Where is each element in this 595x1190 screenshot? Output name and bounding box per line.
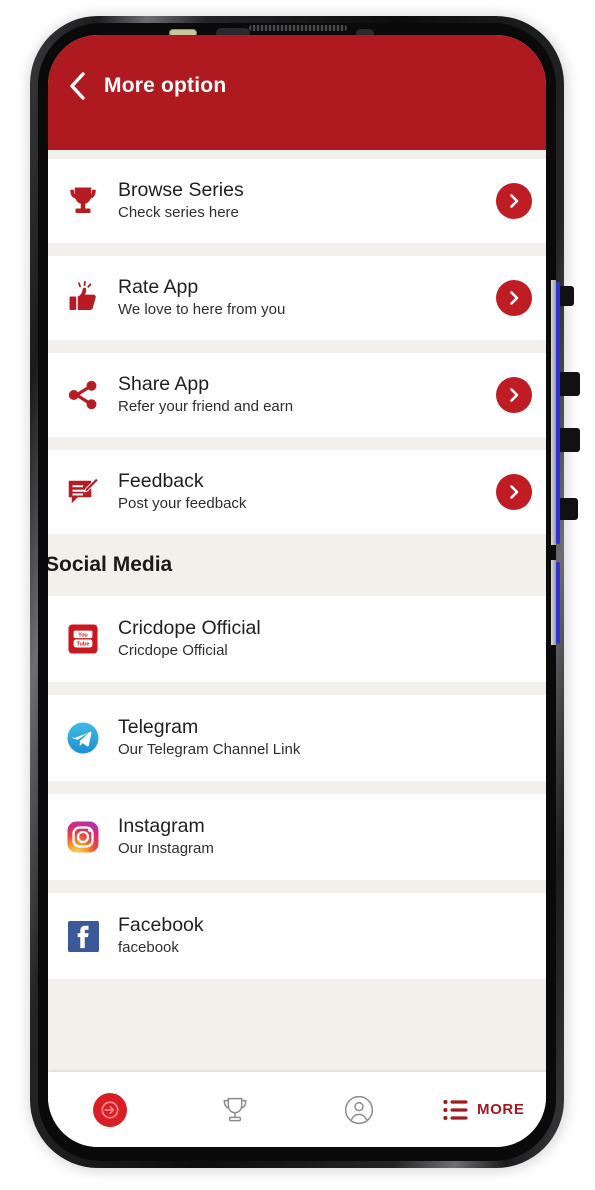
social-text: Instagram Our Instagram [106, 814, 532, 860]
trophy-icon [60, 183, 106, 219]
list-spacer [48, 340, 546, 353]
phone-mockup: More option Browse Series Check series h… [0, 0, 595, 1190]
facebook-icon [60, 920, 106, 952]
list-spacer [48, 243, 546, 256]
phone-side-button-power[interactable] [560, 498, 578, 520]
social-text: Telegram Our Telegram Channel Link [106, 715, 532, 761]
phone-side-accent-lower [556, 562, 560, 644]
social-subtitle: Our Instagram [118, 840, 214, 857]
chevron-right-icon [510, 485, 519, 499]
option-row-feedback[interactable]: Feedback Post your feedback [48, 450, 546, 534]
social-text: Facebook facebook [106, 913, 532, 959]
nav-item-account[interactable] [297, 1072, 422, 1147]
svg-text:Tube: Tube [77, 642, 90, 648]
nav-item-live[interactable] [48, 1072, 173, 1147]
option-subtitle: We love to here from you [118, 301, 286, 318]
social-row-youtube[interactable]: You Tube Cricdope Official Cricdope Offi… [48, 596, 546, 682]
feedback-edit-icon [60, 474, 106, 510]
live-arrow-icon [93, 1092, 128, 1127]
list-spacer [48, 781, 546, 794]
chevron-right-icon [510, 291, 519, 305]
option-text: Feedback Post your feedback [106, 469, 496, 515]
nav-more-label: MORE [477, 1101, 525, 1118]
instagram-icon [60, 821, 106, 853]
chevron-right-icon [510, 194, 519, 208]
section-header-social-media: Social Media [48, 534, 546, 596]
app-header: More option [48, 35, 546, 150]
option-row-rate-app[interactable]: Rate App We love to here from you [48, 256, 546, 340]
list-spacer [48, 979, 546, 992]
social-title: Cricdope Official [118, 617, 261, 639]
phone-screen: More option Browse Series Check series h… [48, 35, 546, 1147]
thumbs-up-icon [60, 280, 106, 316]
option-title: Feedback [118, 470, 204, 492]
option-subtitle: Refer your friend and earn [118, 398, 294, 415]
social-row-facebook[interactable]: Facebook facebook [48, 893, 546, 979]
option-subtitle: Check series here [118, 204, 239, 221]
earpiece-speaker-grille [249, 25, 347, 31]
trophy-outline-icon [223, 1097, 247, 1121]
option-text: Rate App We love to here from you [106, 275, 496, 321]
page-title: More option [104, 73, 227, 97]
option-text: Share App Refer your friend and earn [106, 372, 496, 418]
list-menu-icon [443, 1099, 468, 1120]
list-spacer [48, 150, 546, 159]
social-row-instagram[interactable]: Instagram Our Instagram [48, 794, 546, 880]
social-title: Telegram [118, 716, 199, 738]
chevron-right-button[interactable] [496, 474, 532, 510]
option-subtitle: Post your feedback [118, 495, 247, 512]
phone-side-button-mute[interactable] [560, 286, 574, 306]
list-spacer [48, 437, 546, 450]
phone-side-button-volume-up[interactable] [560, 372, 580, 396]
account-circle-icon [345, 1095, 374, 1124]
phone-side-button-volume-down[interactable] [560, 428, 580, 452]
social-subtitle: facebook [118, 939, 179, 956]
chevron-right-button[interactable] [496, 183, 532, 219]
social-title: Facebook [118, 914, 204, 936]
nav-item-series[interactable] [173, 1072, 298, 1147]
nav-item-more[interactable]: MORE [422, 1072, 547, 1147]
chevron-right-icon [510, 388, 519, 402]
option-text: Browse Series Check series here [106, 178, 496, 224]
options-list: Browse Series Check series here Rate App… [48, 150, 546, 1072]
youtube-icon: You Tube [60, 624, 106, 654]
option-row-browse-series[interactable]: Browse Series Check series here [48, 159, 546, 243]
list-spacer [48, 880, 546, 893]
list-spacer [48, 682, 546, 695]
share-nodes-icon [60, 378, 106, 412]
bottom-navigation-bar: MORE [48, 1072, 546, 1147]
svg-text:You: You [78, 632, 88, 638]
social-title: Instagram [118, 815, 205, 837]
telegram-icon [60, 722, 106, 754]
social-row-telegram[interactable]: Telegram Our Telegram Channel Link [48, 695, 546, 781]
chevron-right-button[interactable] [496, 377, 532, 413]
option-title: Browse Series [118, 179, 244, 201]
social-subtitle: Cricdope Official [118, 642, 228, 659]
option-title: Share App [118, 373, 210, 395]
option-title: Rate App [118, 276, 199, 298]
back-button[interactable] [58, 66, 98, 106]
section-header-label: Social Media [48, 553, 173, 576]
social-text: Cricdope Official Cricdope Official [106, 616, 532, 662]
chevron-left-icon [70, 71, 85, 100]
social-subtitle: Our Telegram Channel Link [118, 741, 301, 758]
chevron-right-button[interactable] [496, 280, 532, 316]
option-row-share-app[interactable]: Share App Refer your friend and earn [48, 353, 546, 437]
